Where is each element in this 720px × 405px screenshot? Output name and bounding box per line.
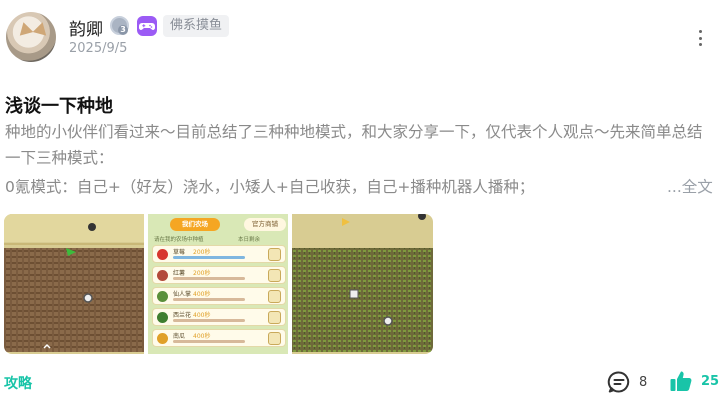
crop-progress-bar <box>173 256 245 259</box>
post-body-line3[interactable]: 0氪模式：自己+（好友）浇水，小矮人+自己收获，自己+播种机器人播种； <box>5 175 534 197</box>
shop-subtitle: 请在我的农场中种植 <box>154 237 204 243</box>
crop-price: 200秒 <box>193 270 211 277</box>
shop-row: 南瓜 400秒 <box>152 329 286 347</box>
shop-row: 草莓 200秒 <box>152 245 286 263</box>
shop-tab-other: 官方商铺 <box>244 218 286 231</box>
avatar[interactable] <box>6 12 56 62</box>
seed-button <box>268 269 281 282</box>
shop-row: 西兰花 400秒 <box>152 308 286 326</box>
shop-row: 红薯 200秒 <box>152 266 286 284</box>
seed-button <box>268 248 281 261</box>
more-options-icon[interactable] <box>696 30 704 46</box>
like-button[interactable]: 25 <box>669 369 719 393</box>
crop-price: 400秒 <box>193 291 211 298</box>
crop-name: 南瓜 <box>173 333 186 340</box>
like-count: 25 <box>701 373 720 389</box>
level-badge-number: 3 <box>118 25 128 35</box>
comment-button[interactable]: 8 <box>607 370 647 394</box>
crop-progress-bar <box>173 340 245 343</box>
crop-name: 西兰花 <box>173 312 192 319</box>
crop-price: 400秒 <box>193 312 211 319</box>
shop-subtitle-right: 本日剩余 <box>238 237 261 243</box>
seed-button <box>268 311 281 324</box>
post-date: 2025/9/5 <box>69 41 128 56</box>
game-controller-icon <box>137 16 157 36</box>
crop-progress-bar <box>173 277 245 280</box>
crop-icon <box>157 291 168 302</box>
crop-name: 红薯 <box>173 270 186 277</box>
crop-progress-bar <box>173 319 245 322</box>
shop-tab-active: 我们农场 <box>170 218 220 231</box>
thumbs-up-icon <box>670 371 692 391</box>
post-body[interactable]: 种地的小伙伴们看过来～目前总结了三种种地模式，和大家分享一下，仅代表个人观点～先… <box>5 119 717 171</box>
full-text-link[interactable]: ...全文 <box>667 175 713 197</box>
avatar-ear-right <box>32 20 50 36</box>
seed-button <box>268 332 281 345</box>
seed-button <box>268 290 281 303</box>
post-image-1[interactable] <box>4 214 144 354</box>
crop-name: 仙人掌 <box>173 291 192 298</box>
user-tag: 佛系摸鱼 <box>163 15 230 37</box>
post-title[interactable]: 浅谈一下种地 <box>5 92 113 118</box>
crop-price: 400秒 <box>193 333 211 340</box>
avatar-ear-left <box>16 20 34 36</box>
comment-icon <box>607 371 630 393</box>
crop-price: 200秒 <box>193 249 211 256</box>
comment-count: 8 <box>639 374 648 390</box>
crop-progress-bar <box>173 298 245 301</box>
category-tag[interactable]: 攻略 <box>4 373 32 393</box>
crop-icon <box>157 249 168 260</box>
crop-icon <box>157 333 168 344</box>
username[interactable]: 韵卿 <box>69 15 103 40</box>
shop-row: 仙人掌 400秒 <box>152 287 286 305</box>
crop-icon <box>157 312 168 323</box>
post-image-3[interactable] <box>292 214 433 354</box>
crop-icon <box>157 270 168 281</box>
crop-name: 草莓 <box>173 249 186 256</box>
level-badge-icon: 3 <box>110 16 129 35</box>
post-image-2[interactable]: 我们农场 官方商铺 请在我的农场中种植 本日剩余 草莓 200秒 红薯 200秒 仙人掌… <box>148 214 288 354</box>
